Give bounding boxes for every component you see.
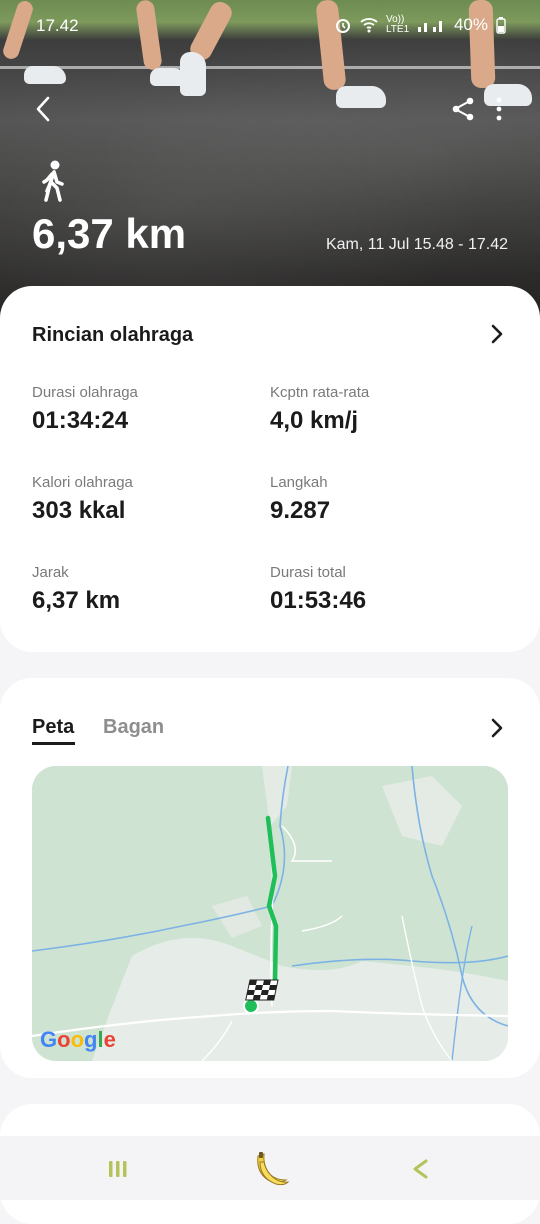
google-logo-letter: o xyxy=(70,1027,85,1052)
google-logo-letter: e xyxy=(103,1027,116,1052)
metric-label: Durasi olahraga xyxy=(32,384,138,401)
recent-apps-icon[interactable] xyxy=(108,1160,128,1178)
metric-value: 303 kkal xyxy=(32,497,126,524)
battery-percent: 40% xyxy=(453,15,488,34)
google-logo-letter: g xyxy=(84,1027,98,1052)
system-nav-bar xyxy=(0,1136,540,1200)
metric-label: Kcptn rata-rata xyxy=(270,384,370,401)
workout-datetime: Kam, 11 Jul 15.48 - 17.42 xyxy=(325,236,508,253)
tab-map[interactable]: Peta xyxy=(32,716,74,739)
map-card: Peta Bagan Google xyxy=(0,678,540,1078)
metric-total-duration: Durasi total 01:53:46 xyxy=(270,564,366,615)
battery-icon xyxy=(496,17,506,34)
runner-shoe xyxy=(336,86,386,108)
share-icon[interactable] xyxy=(450,96,476,122)
chevron-right-icon[interactable] xyxy=(490,324,504,344)
metric-label: Jarak xyxy=(32,564,69,581)
status-bar: 17.42 Vo)) LTE1 40% xyxy=(0,12,540,42)
metric-average-speed: Kcptn rata-rata 4,0 km/j xyxy=(270,384,369,435)
total-distance: 6,37 km xyxy=(32,210,187,257)
alarm-icon xyxy=(335,19,350,33)
runner-shoe xyxy=(24,66,66,84)
google-logo-letter: o xyxy=(57,1027,71,1052)
runner-shoe xyxy=(180,52,206,96)
metric-label: Durasi total xyxy=(270,564,346,581)
back-nav-icon[interactable] xyxy=(410,1158,430,1180)
more-options-icon[interactable] xyxy=(494,96,504,122)
runner-shoe xyxy=(484,84,532,106)
back-arrow-icon[interactable] xyxy=(30,94,60,124)
metric-calories: Kalori olahraga 303 kkal xyxy=(32,474,133,525)
metric-label: Kalori olahraga xyxy=(32,474,133,491)
walking-person-icon xyxy=(42,160,64,202)
home-banana-icon[interactable] xyxy=(250,1150,290,1188)
hero-header: 17.42 Vo)) LTE1 40% 6,37 km Kam, 11 Jul … xyxy=(0,0,540,320)
network-label: Vo)) LTE1 xyxy=(385,14,410,35)
metric-distance: Jarak 6,37 km xyxy=(32,564,120,615)
metric-value: 01:53:46 xyxy=(270,587,367,614)
metric-label: Langkah xyxy=(270,474,328,491)
workout-details-title[interactable]: Rincian olahraga xyxy=(32,324,193,347)
metric-value: 9.287 xyxy=(270,497,331,524)
google-logo: Google xyxy=(40,1027,116,1053)
metric-value: 4,0 km/j xyxy=(270,407,359,434)
status-icons: Vo)) LTE1 40% xyxy=(334,15,506,35)
google-logo-letter: G xyxy=(40,1027,58,1052)
status-time: 17.42 xyxy=(36,16,79,35)
map-canvas xyxy=(32,766,508,1061)
signal-icon xyxy=(417,21,442,32)
tab-chart[interactable]: Bagan xyxy=(103,716,164,739)
route-map[interactable]: Google xyxy=(32,766,508,1061)
active-tab-indicator xyxy=(32,742,75,745)
workout-details-card: Rincian olahraga Durasi olahraga 01:34:2… xyxy=(0,286,540,652)
road-lane-line xyxy=(0,66,540,69)
metric-value: 01:34:24 xyxy=(32,407,129,434)
metric-exercise-duration: Durasi olahraga 01:34:24 xyxy=(32,384,138,435)
metric-value: 6,37 km xyxy=(32,587,121,614)
wifi-icon xyxy=(360,18,378,33)
metric-steps: Langkah 9.287 xyxy=(270,474,330,525)
chevron-right-icon[interactable] xyxy=(490,718,504,738)
hero-photo-background xyxy=(0,40,540,320)
